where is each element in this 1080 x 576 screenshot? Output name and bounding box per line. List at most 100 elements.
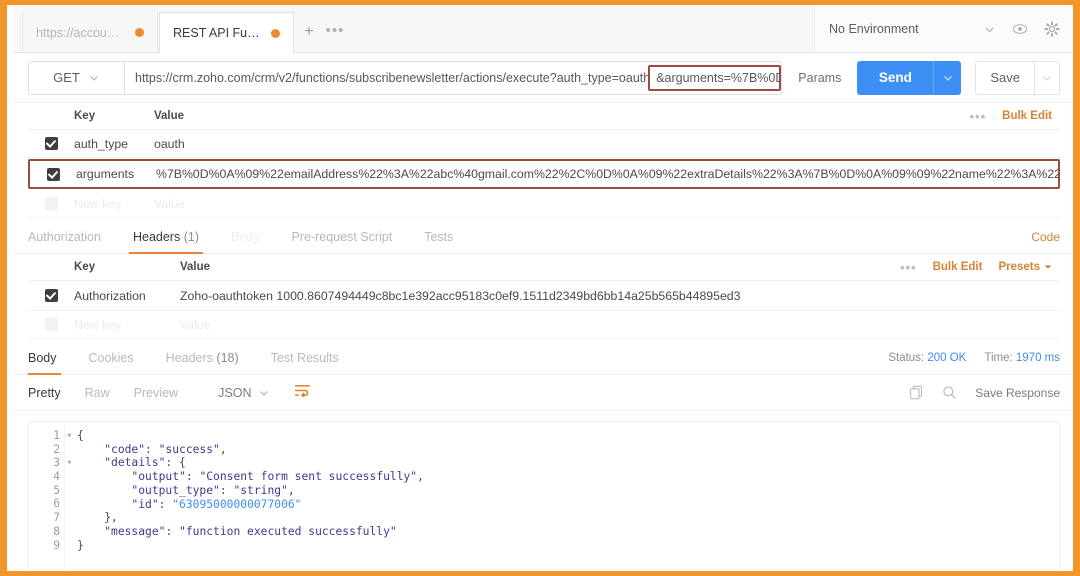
code-line: "output_type": "string", <box>131 483 295 497</box>
unsaved-dot-icon <box>135 28 144 37</box>
table-row-empty[interactable]: New key Value <box>28 311 1060 339</box>
param-key[interactable]: arguments <box>76 167 156 181</box>
tab-test-results[interactable]: Test Results <box>255 351 355 374</box>
send-options-button[interactable] <box>933 60 962 95</box>
format-tab-raw[interactable]: Raw <box>85 386 126 400</box>
response-actions: Save Response <box>909 375 1060 410</box>
table-row[interactable]: Authorization Zoho-oauthtoken 1000.86074… <box>28 281 1060 311</box>
time-badge: Time: 1970 ms <box>984 352 1060 364</box>
send-button[interactable]: Send <box>857 60 934 95</box>
code-line: "code": "success", <box>104 442 227 456</box>
tab-label: Body <box>28 351 57 365</box>
workspace-tab-accounts[interactable]: https://accounts.zoho <box>22 12 158 53</box>
fold-toggle-icon[interactable]: ▾ <box>67 430 72 444</box>
tab-overflow-button[interactable]: ••• <box>324 23 346 43</box>
time-value: 1970 ms <box>1015 352 1060 364</box>
unsaved-dot-icon <box>271 28 280 38</box>
fold-toggle-icon[interactable]: ▾ <box>67 457 72 471</box>
search-icon[interactable] <box>942 385 957 400</box>
eye-icon[interactable] <box>1012 22 1028 36</box>
param-value[interactable]: oauth <box>154 137 1060 151</box>
param-value[interactable]: %7B%0D%0A%09%22emailAddress%22%3A%22abc%… <box>156 167 1058 181</box>
copy-icon[interactable] <box>909 385 924 400</box>
app-window: https://accounts.zoho REST API Function … <box>7 5 1073 571</box>
header-key[interactable]: Authorization <box>74 289 180 303</box>
tab-pre-request-script[interactable]: Pre-request Script <box>275 230 408 253</box>
chevron-down-icon <box>1044 265 1052 269</box>
http-method-selector[interactable]: GET <box>28 60 124 95</box>
params-toggle-button[interactable]: Params <box>782 71 857 85</box>
tab-response-headers[interactable]: Headers (18) <box>150 351 255 374</box>
gear-icon[interactable] <box>1044 21 1060 37</box>
code-line: { <box>77 429 84 442</box>
tab-label: Tests <box>424 230 454 244</box>
row-checkbox[interactable] <box>46 167 60 181</box>
line-number: 2 <box>53 442 60 456</box>
headers-presets-button[interactable]: Presets <box>998 261 1052 273</box>
code-link[interactable]: Code <box>1031 230 1060 244</box>
column-header-key: Key <box>74 110 96 122</box>
workspace-tab-rest-api-function[interactable]: REST API Function <box>159 12 294 53</box>
tab-response-cookies[interactable]: Cookies <box>73 351 150 374</box>
response-language-label: JSON <box>218 385 252 400</box>
environment-name[interactable]: No Environment <box>829 22 983 36</box>
line-number: 6 <box>53 497 60 511</box>
tab-label: Authorization <box>28 230 101 244</box>
request-url-highlighted-segment: &arguments=%7B%0D%0A%09%22emailAd… <box>648 64 782 91</box>
response-body-viewer[interactable]: 1 ▾ 2 3 ▾ 4 5 6 7 8 9 { "code": "success",… <box>28 421 1060 569</box>
tab-count: (1) <box>183 230 199 244</box>
format-tab-pretty[interactable]: Pretty <box>28 386 77 400</box>
code-line: "details": { <box>104 456 186 470</box>
chevron-down-icon[interactable] <box>983 23 996 36</box>
tab-headers[interactable]: Headers (1) <box>117 230 215 254</box>
table-row[interactable]: arguments %7B%0D%0A%09%22emailAddress%22… <box>28 159 1060 189</box>
line-number: 7 <box>53 511 60 525</box>
params-bulk-edit-button[interactable]: Bulk Edit <box>1002 110 1052 122</box>
wrap-text-icon[interactable] <box>294 384 311 402</box>
table-row-empty[interactable]: New key Value <box>28 190 1060 218</box>
tab-tests[interactable]: Tests <box>408 230 469 253</box>
table-row[interactable]: auth_type oauth <box>28 130 1060 158</box>
response-section-tabs: Body Cookies Headers (18) Test Results S… <box>14 339 1072 375</box>
request-url-input[interactable]: https://crm.zoho.com/crm/v2/functions/su… <box>124 60 783 95</box>
format-tab-preview[interactable]: Preview <box>134 386 194 400</box>
tab-response-body[interactable]: Body <box>28 351 73 375</box>
environment-selector-area: No Environment <box>814 6 1072 52</box>
code-line: "id": "63095000000077006" <box>131 497 302 511</box>
header-value[interactable]: Zoho-oauthtoken 1000.8607494449c8bc1e392… <box>180 289 1060 303</box>
save-button[interactable]: Save <box>975 60 1034 95</box>
line-number: 9 <box>53 538 60 552</box>
save-response-button[interactable]: Save Response <box>975 386 1060 400</box>
chevron-down-icon <box>260 390 269 396</box>
headers-more-button[interactable]: ••• <box>900 260 917 275</box>
row-checkbox[interactable] <box>44 318 58 331</box>
row-checkbox[interactable] <box>44 197 58 210</box>
header-value-placeholder[interactable]: Value <box>180 318 1060 332</box>
request-section-tabs: Authorization Headers (1) Body Pre-reque… <box>14 218 1072 254</box>
params-more-button[interactable]: ••• <box>970 109 987 124</box>
save-options-button[interactable] <box>1034 60 1060 95</box>
header-key-placeholder[interactable]: New key <box>74 318 180 332</box>
tab-count: (18) <box>216 351 239 365</box>
response-language-selector[interactable]: JSON <box>218 386 270 400</box>
tab-authorization[interactable]: Authorization <box>28 230 117 253</box>
column-header-key: Key <box>74 261 96 273</box>
tab-body[interactable]: Body <box>215 230 276 253</box>
tab-label: Pre-request Script <box>291 230 393 244</box>
tab-label: Body <box>230 230 260 244</box>
response-meta: Status: 200 OK Time: 1970 ms <box>888 352 1060 364</box>
param-key[interactable]: auth_type <box>74 137 154 151</box>
headers-bulk-edit-button[interactable]: Bulk Edit <box>933 261 983 273</box>
response-body-code[interactable]: { "code": "success", "details": { "outpu… <box>65 422 1059 569</box>
param-value-placeholder[interactable]: Value <box>154 197 1060 211</box>
param-key-placeholder[interactable]: New key <box>74 197 154 211</box>
code-line: "output": "Consent form sent successfull… <box>131 470 424 484</box>
workspace-tab-label: https://accounts.zoho <box>36 25 126 40</box>
code-line: "message": "function executed successful… <box>104 524 397 538</box>
tab-label: Headers <box>132 230 181 244</box>
headers-table-actions: ••• Bulk Edit Presets <box>900 254 1052 280</box>
new-tab-button[interactable]: + <box>299 23 319 43</box>
row-checkbox[interactable] <box>44 289 58 302</box>
row-checkbox[interactable] <box>44 137 58 150</box>
headers-table-header: Key Value ••• Bulk Edit Presets <box>28 254 1060 281</box>
